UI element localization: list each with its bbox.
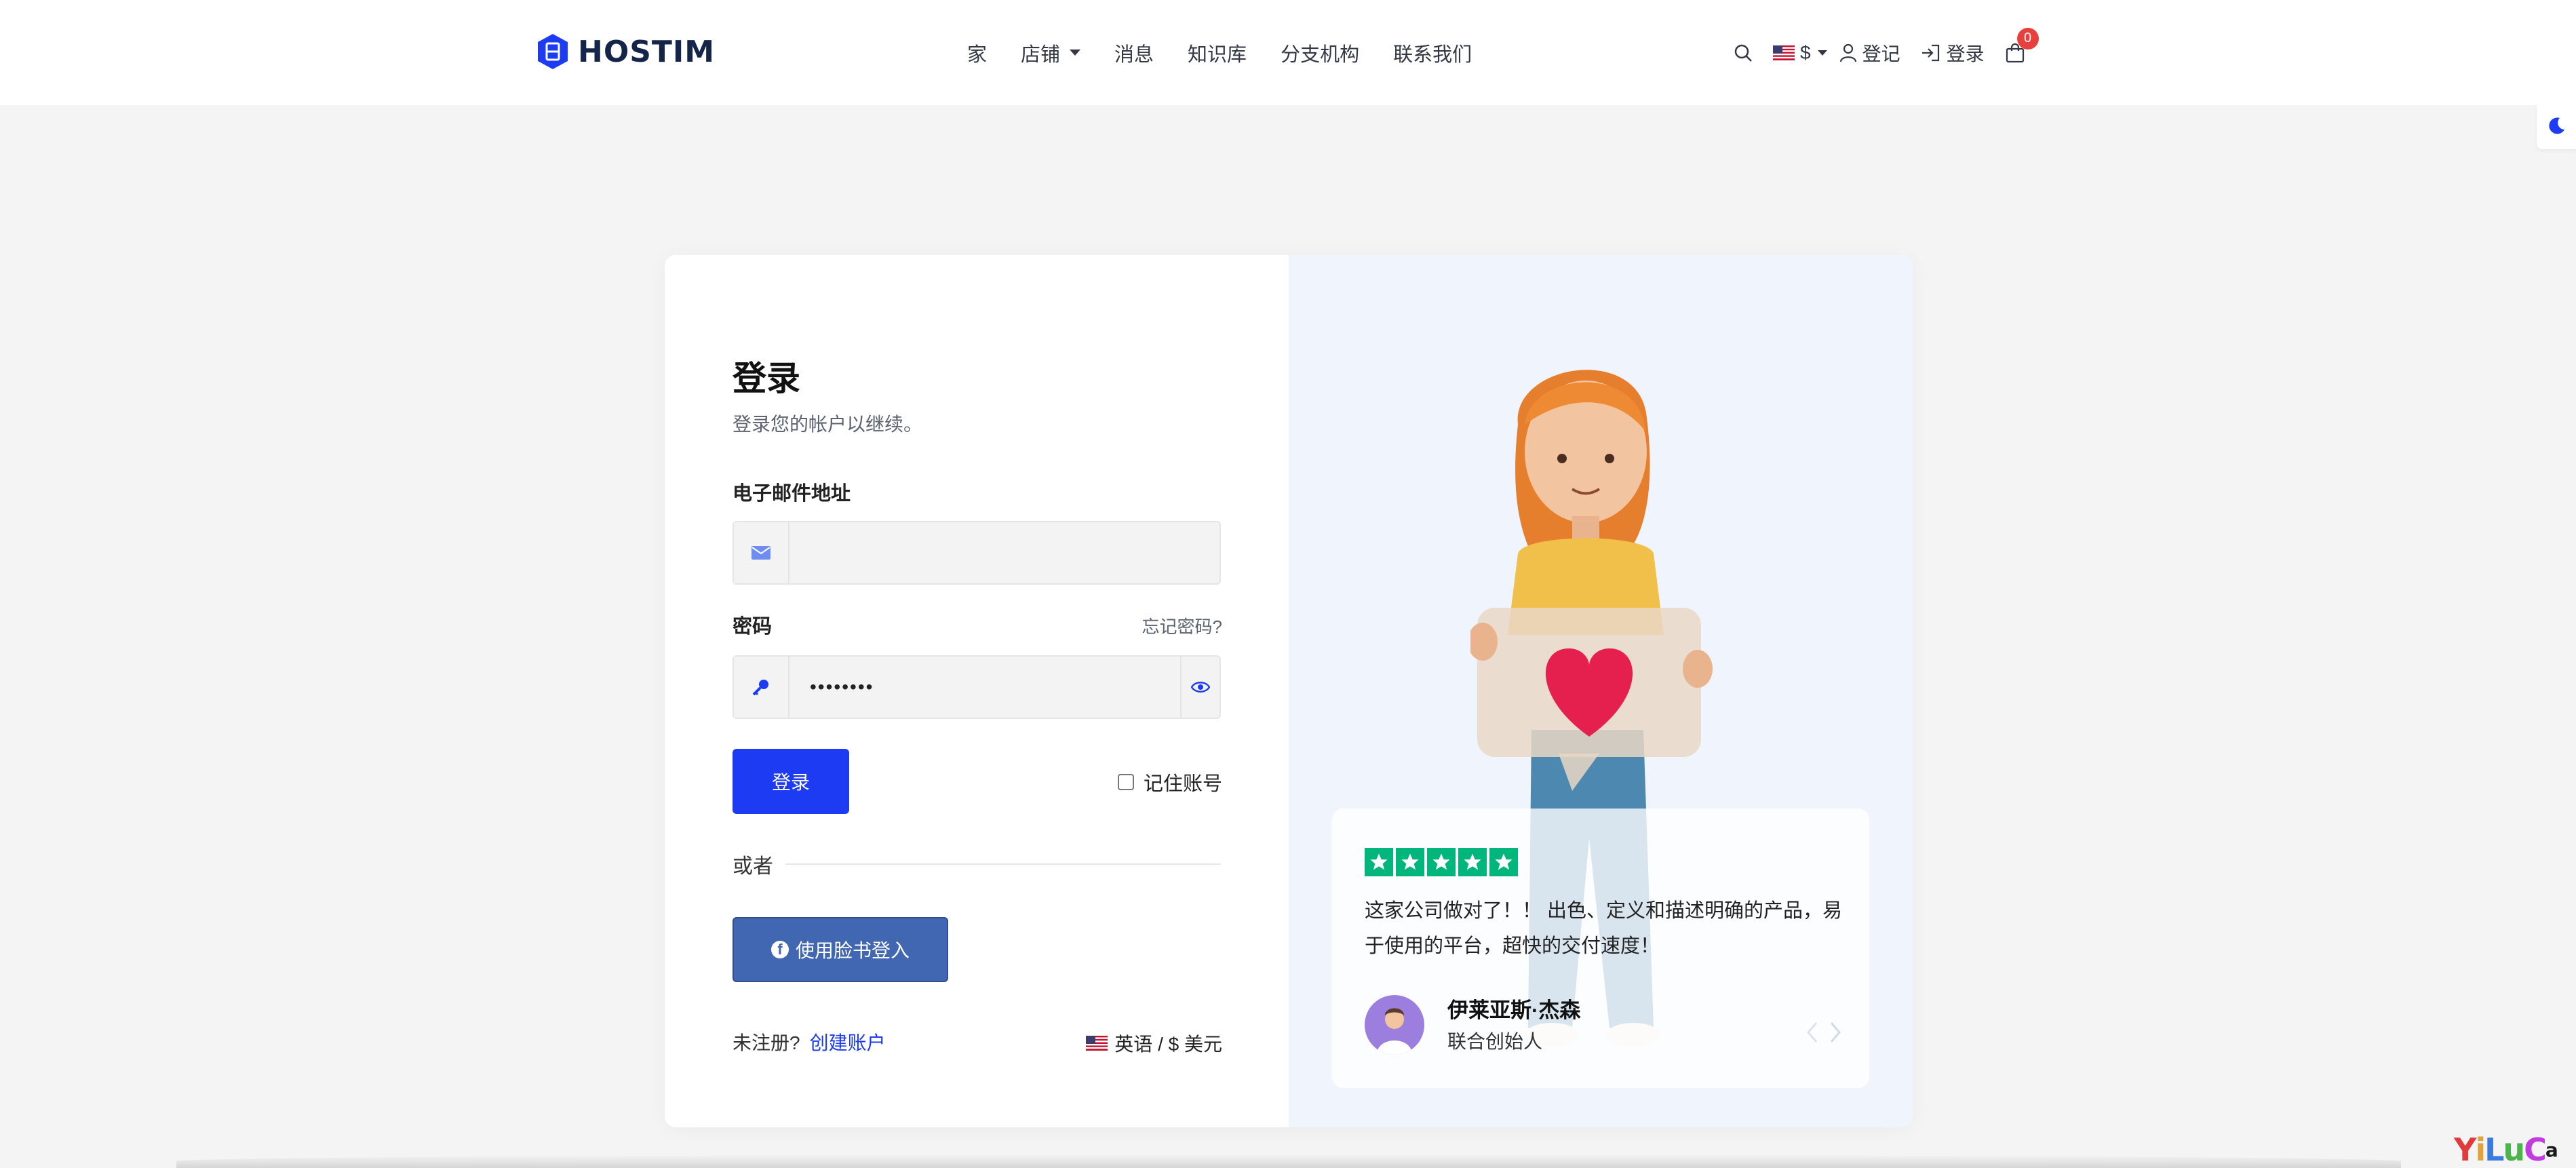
envelope-icon [752, 546, 770, 560]
nav-label: 分支机构 [1281, 43, 1360, 66]
search-icon [1734, 44, 1752, 62]
star-icon [1458, 848, 1487, 876]
currency-symbol: $ [1800, 41, 1811, 63]
reviewer-role: 联合创始人 [1447, 1031, 1543, 1052]
header-tools: $ 登记 登录 0 [1734, 0, 2046, 105]
star-icon [1396, 848, 1424, 876]
caret-down-icon [1817, 50, 1827, 56]
login-form-panel: 登录 登录您的帐户以继续。 电子邮件地址 密码 忘记密码? •••••••• 登… [665, 255, 1289, 1127]
email-input[interactable] [789, 522, 1219, 583]
password-input-group: •••••••• [733, 655, 1221, 719]
create-account-link[interactable]: 创建账户 [810, 1032, 886, 1053]
brand-name: HOSTIM [578, 34, 716, 69]
cart-button[interactable]: 0 [2005, 27, 2039, 63]
star-icon [1489, 848, 1518, 876]
register-link[interactable]: 登记 [1839, 39, 1900, 66]
password-input[interactable]: •••••••• [789, 657, 1180, 718]
logo-hexagon-icon [538, 34, 568, 69]
brand-logo[interactable]: HOSTIM [536, 31, 715, 73]
signup-prompt: 未注册? 创建账户 [733, 1028, 886, 1055]
star-icon [1427, 848, 1456, 876]
page-title: 登录 [733, 359, 800, 397]
register-label: 登记 [1862, 43, 1900, 64]
nav-label: 消息 [1114, 43, 1154, 66]
nav-label: 店铺 [1021, 43, 1061, 66]
nav-item-affiliates[interactable]: 分支机构 [1281, 39, 1359, 67]
star-rating [1365, 848, 1521, 876]
email-addon [734, 522, 789, 583]
or-divider: 或者 [733, 849, 1221, 879]
testimonial-quote: 这家公司做对了！！ 出色、定义和描述明确的产品，易于使用的平台，超快的交付速度！ [1365, 900, 1843, 957]
top-navbar: HOSTIM 家 店铺 消息 知识库 分支机构 联系我们 $ 登记 登录 0 [0, 0, 2576, 105]
remember-checkbox[interactable] [1117, 774, 1134, 790]
language-selector[interactable]: 英语 / $ 美元 [1086, 1030, 1222, 1057]
cart-count-badge: 0 [2016, 27, 2039, 50]
forgot-password-link[interactable]: 忘记密码? [1142, 613, 1222, 638]
nav-item-news[interactable]: 消息 [1114, 39, 1154, 67]
login-label: 登录 [1946, 43, 1985, 64]
eye-icon [1191, 682, 1210, 693]
caret-down-icon [1070, 50, 1081, 56]
nav-item-contact[interactable]: 联系我们 [1393, 39, 1472, 67]
reviewer-name: 伊莱亚斯·杰森 [1447, 998, 1581, 1022]
remember-me[interactable]: 记住账号 [1117, 768, 1222, 796]
login-card: 登录 登录您的帐户以继续。 电子邮件地址 密码 忘记密码? •••••••• 登… [665, 255, 1913, 1127]
toggle-password-button[interactable] [1180, 657, 1219, 718]
password-addon [734, 657, 789, 718]
us-flag-icon [1773, 45, 1795, 60]
facebook-icon: f [770, 941, 789, 958]
password-label: 密码 [733, 616, 773, 638]
or-text: 或者 [733, 855, 773, 878]
sign-in-icon [1921, 44, 1939, 61]
login-link[interactable]: 登录 [1921, 39, 1985, 66]
star-icon [1365, 848, 1393, 876]
footer-shadow [176, 1154, 2401, 1168]
facebook-login-button[interactable]: f 使用脸书登入 [733, 917, 948, 982]
search-button[interactable] [1734, 43, 1753, 62]
page-subtitle: 登录您的帐户以继续。 [733, 414, 923, 435]
next-arrow-icon[interactable] [1829, 1020, 1842, 1048]
key-icon [752, 680, 768, 696]
prev-arrow-icon[interactable] [1806, 1020, 1819, 1048]
nav-item-knowledgebase[interactable]: 知识库 [1188, 39, 1247, 67]
divider-line [785, 863, 1221, 865]
testimonial-card: 这家公司做对了！！ 出色、定义和描述明确的产品，易于使用的平台，超快的交付速度！… [1332, 809, 1869, 1088]
nav-label: 家 [967, 43, 988, 66]
currency-selector[interactable]: $ [1773, 42, 1827, 64]
email-label: 电子邮件地址 [733, 483, 851, 505]
us-flag-icon [1086, 1036, 1108, 1051]
nav-label: 联系我们 [1393, 43, 1472, 66]
reviewer-avatar [1365, 995, 1424, 1055]
login-submit-button[interactable]: 登录 [733, 749, 849, 814]
facebook-login-label: 使用脸书登入 [795, 940, 910, 961]
nav-item-home[interactable]: 家 [967, 39, 987, 67]
nav-item-store[interactable]: 店铺 [1021, 39, 1081, 67]
remember-label: 记住账号 [1143, 773, 1222, 795]
dark-mode-toggle[interactable] [2537, 103, 2576, 149]
user-icon [1839, 43, 1856, 62]
testimonial-panel: 这家公司做对了！！ 出色、定义和描述明确的产品，易于使用的平台，超快的交付速度！… [1289, 255, 1913, 1127]
moon-icon [2549, 117, 2564, 134]
main-nav: 家 店铺 消息 知识库 分支机构 联系我们 [967, 0, 1506, 105]
email-input-group [733, 521, 1221, 585]
watermark-logo: YiLuCa [2454, 1131, 2558, 1168]
language-label: 英语 / $ 美元 [1114, 1034, 1222, 1055]
testimonial-arrows [1806, 1020, 1842, 1048]
no-account-text: 未注册? [733, 1032, 800, 1053]
nav-label: 知识库 [1188, 43, 1247, 66]
